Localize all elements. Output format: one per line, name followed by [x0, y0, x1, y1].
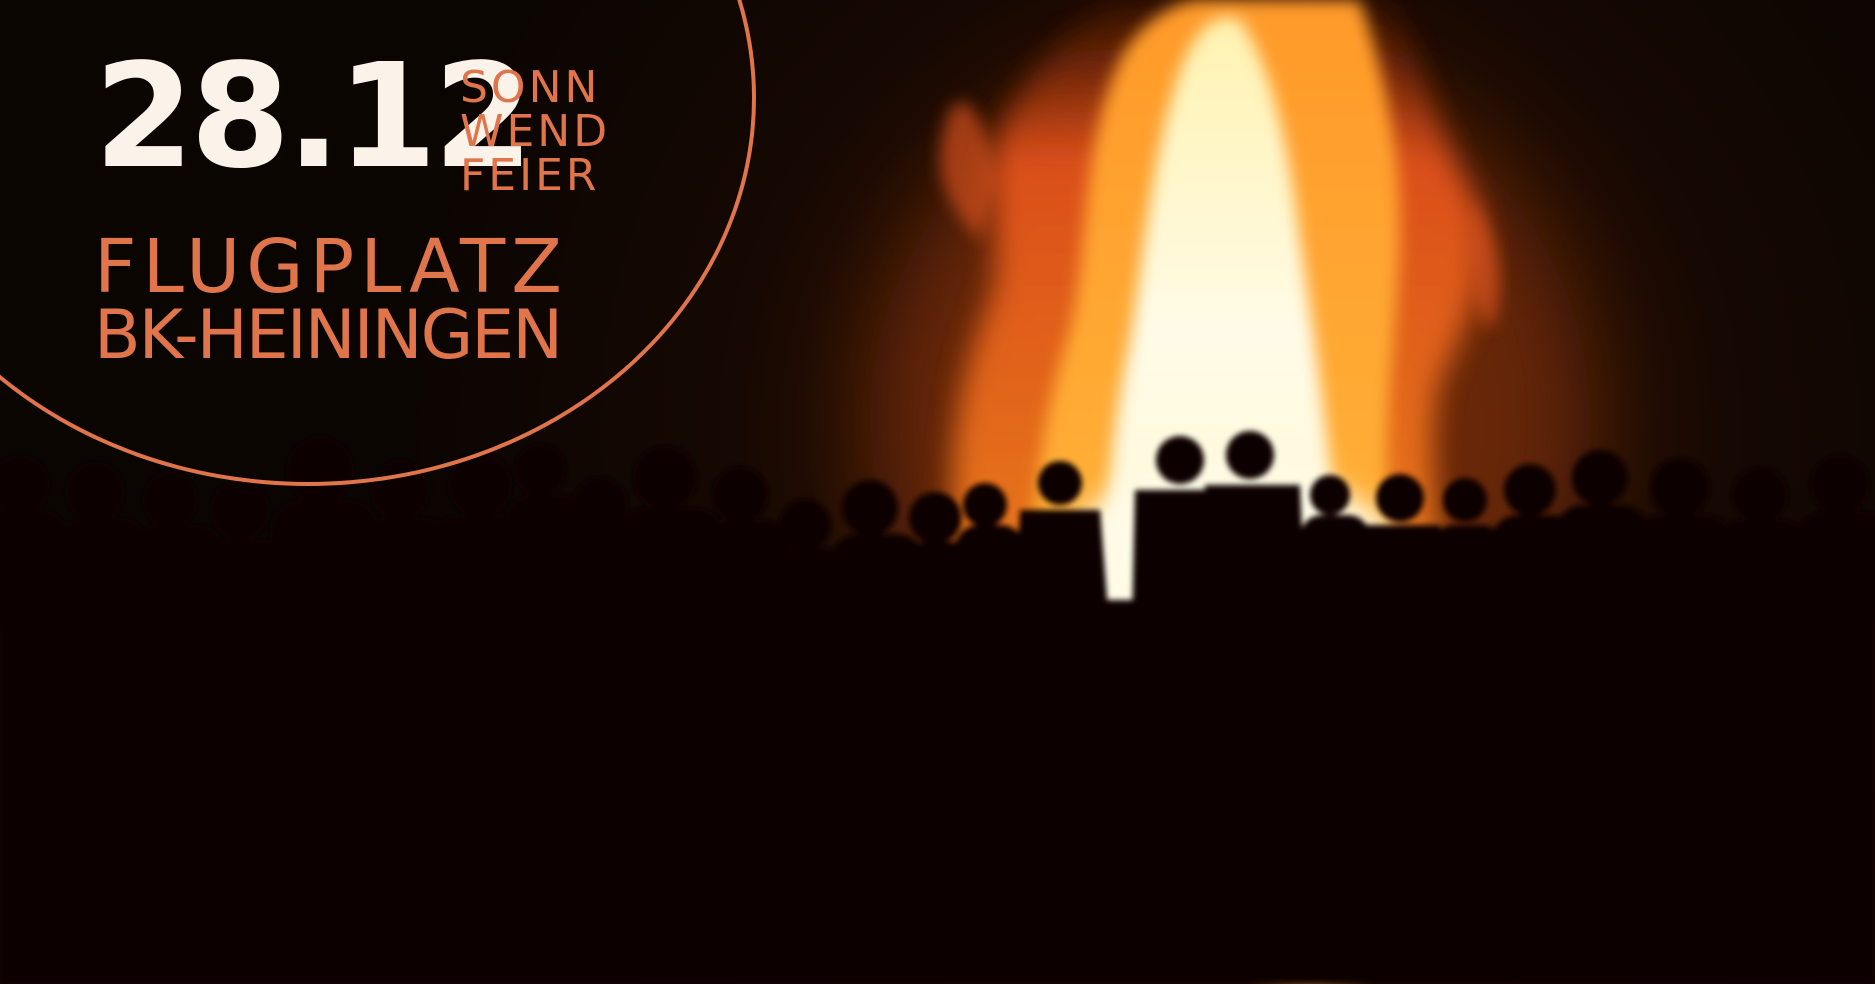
location-line-2: BK-HEININGEN: [94, 296, 563, 375]
event-banner: 28.12 SONN WEND FEIER FLUGPLATZ BK-HEINI…: [0, 0, 1875, 984]
event-name-line-3: FEIER: [460, 150, 600, 201]
event-name: SONN WEND FEIER: [460, 66, 610, 198]
event-name-line-1: SONN: [460, 62, 601, 113]
crowd-silhouettes: [0, 431, 1875, 984]
event-name-line-2: WEND: [460, 106, 611, 157]
